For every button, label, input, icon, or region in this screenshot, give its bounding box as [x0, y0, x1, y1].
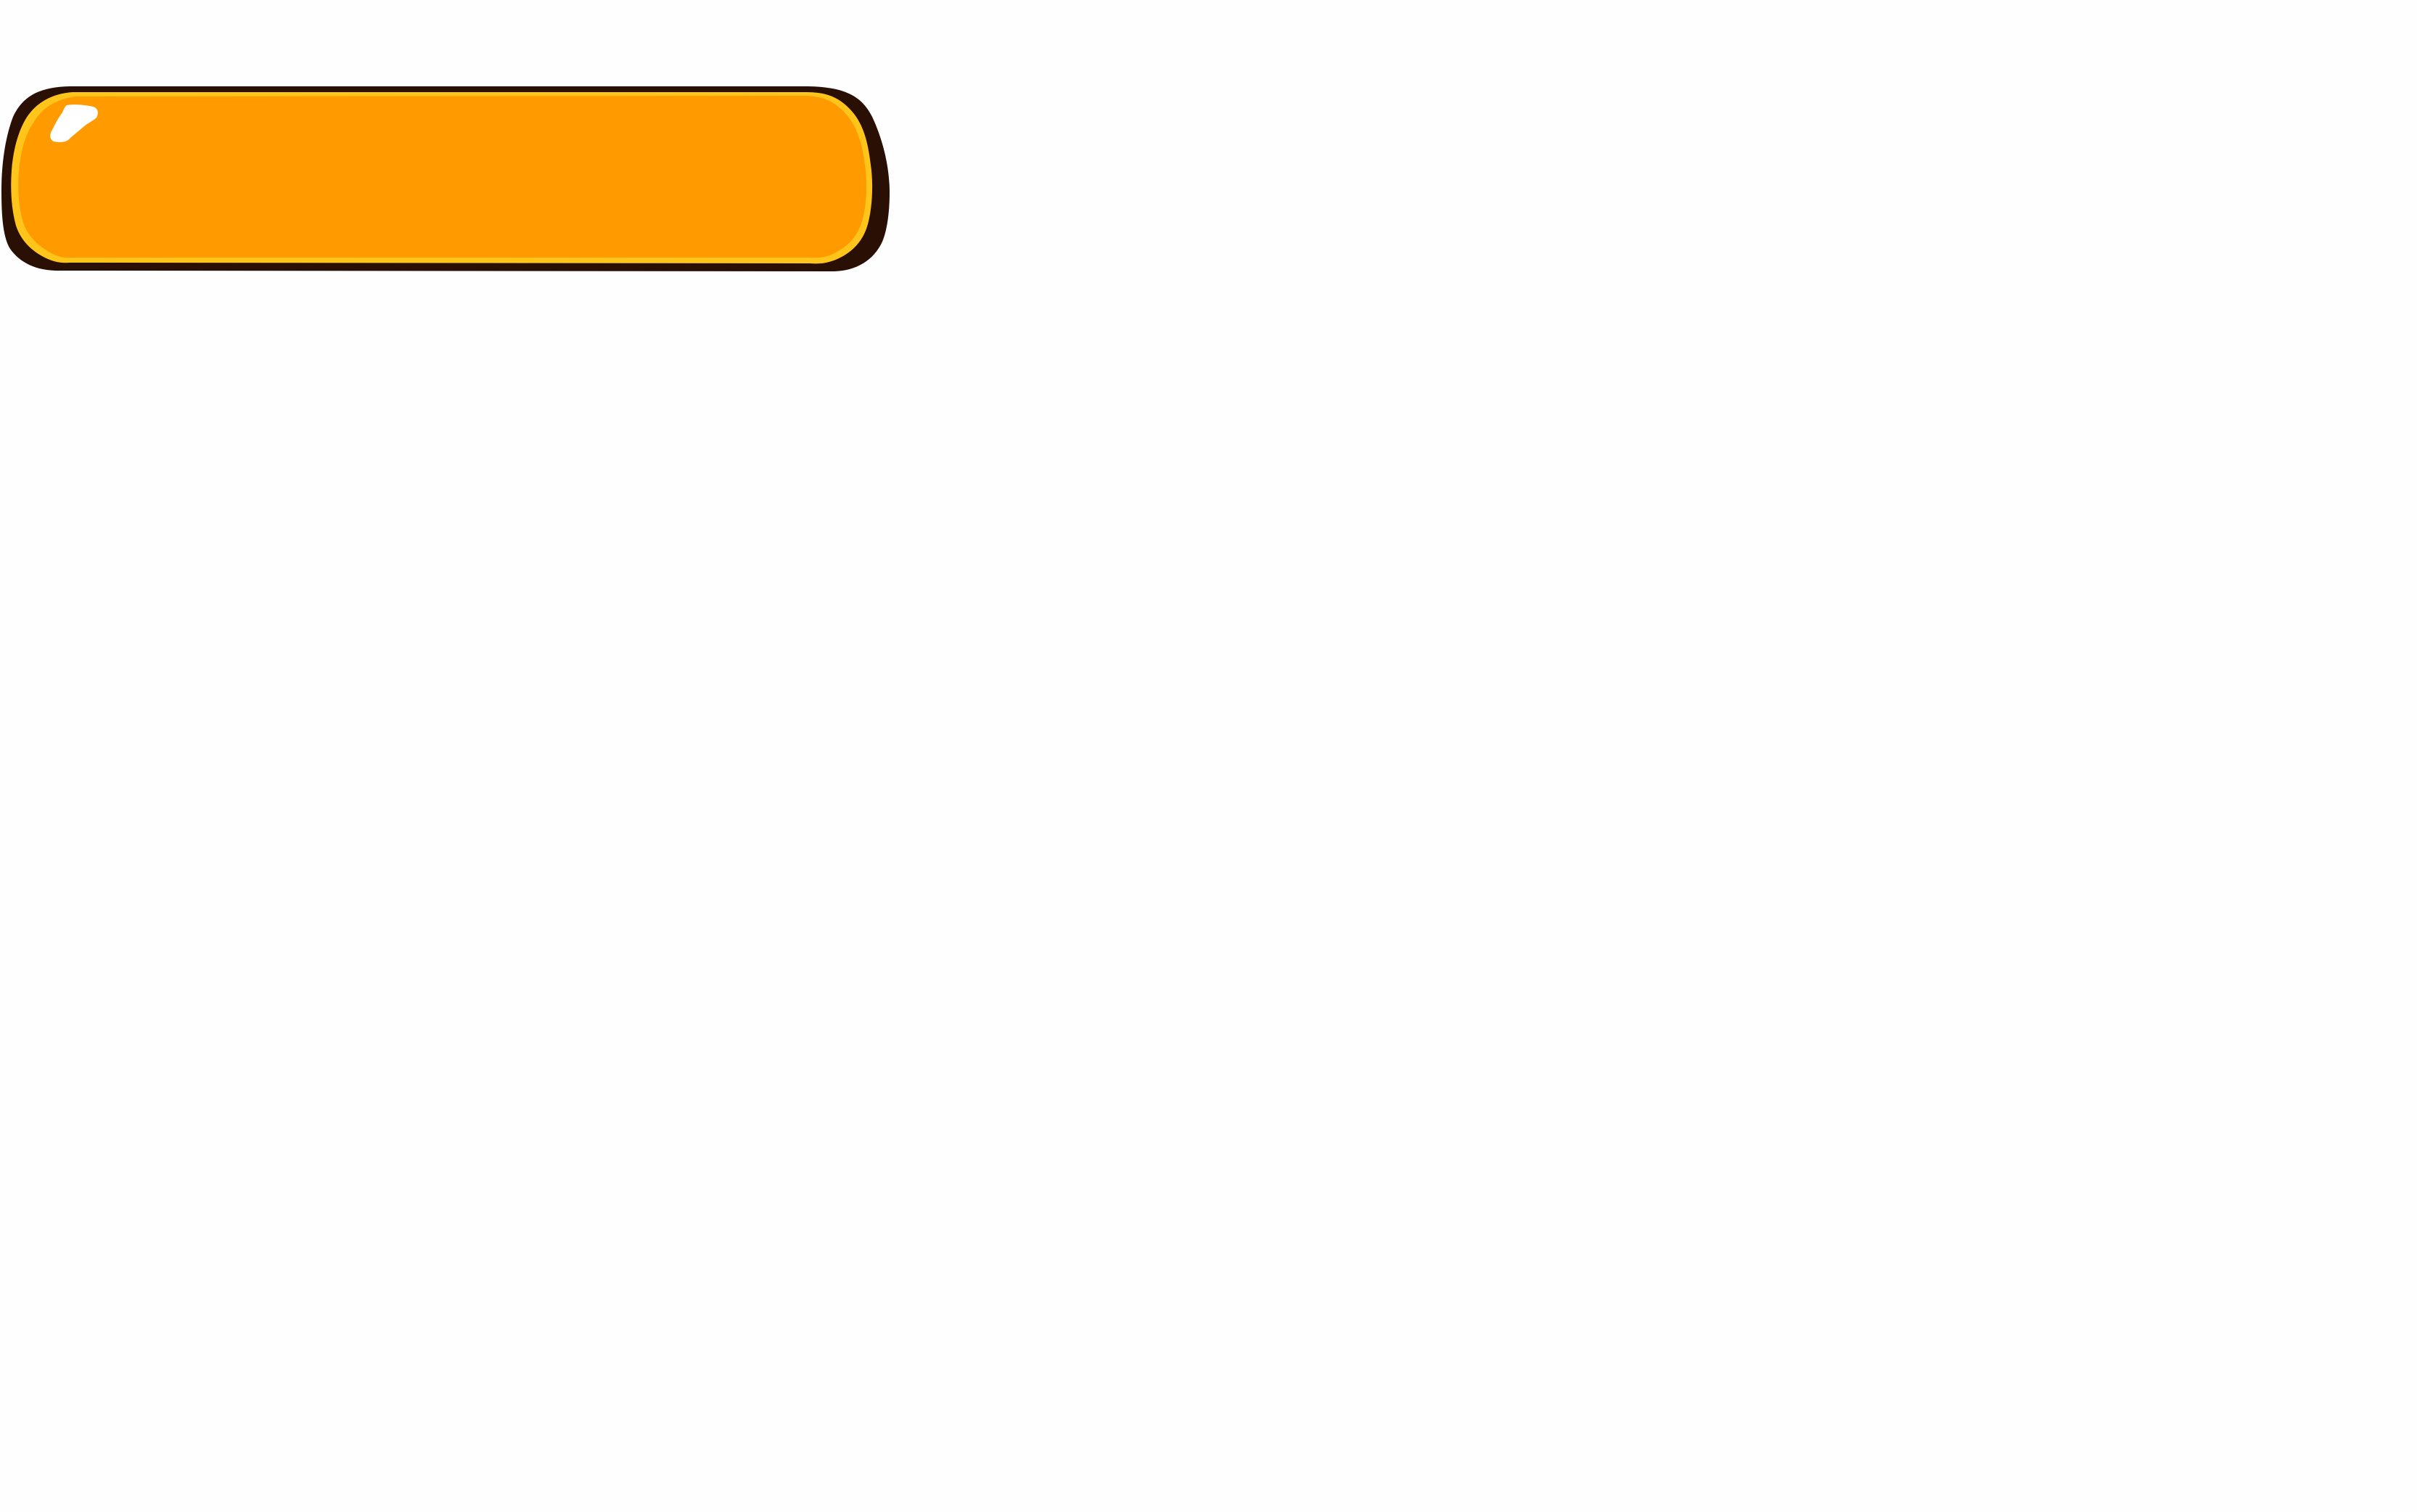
button-body: [18, 96, 867, 258]
game-canvas: [0, 0, 2417, 1512]
orange-game-button[interactable]: [0, 83, 891, 273]
button-shape: [1, 86, 890, 271]
